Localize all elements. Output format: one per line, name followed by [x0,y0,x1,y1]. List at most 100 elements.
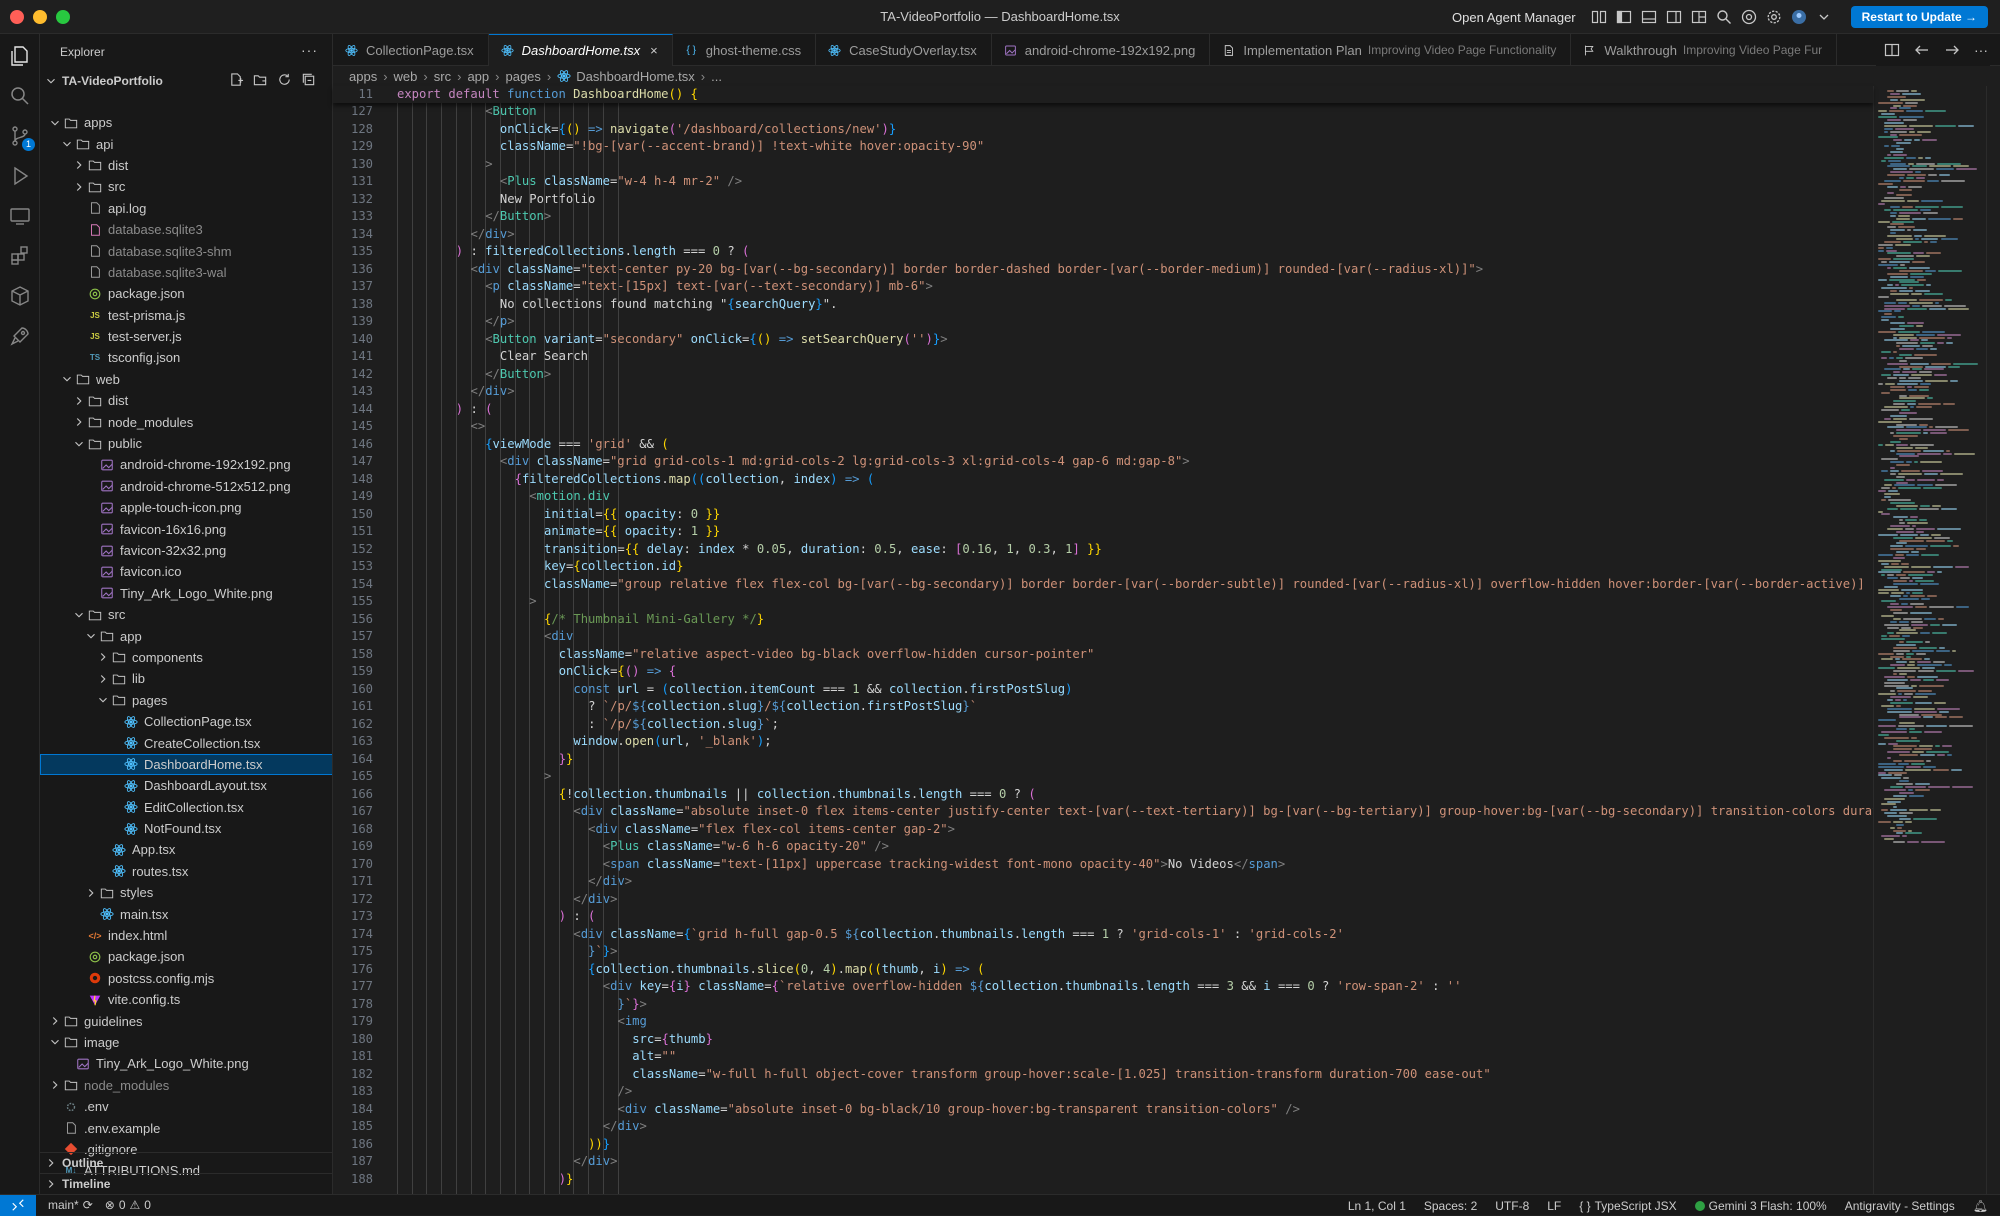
tree-folder[interactable]: styles [40,882,332,903]
run-debug-icon[interactable] [8,164,32,188]
minimap[interactable] [1873,86,1985,1194]
toggle-primary-sidebar-icon[interactable] [1616,9,1632,25]
code-line[interactable]: 153 key={collection.id} [333,558,1873,576]
git-branch-status[interactable]: main* ⟳ [48,1198,93,1212]
toggle-panel-icon[interactable] [1641,9,1657,25]
code-line[interactable]: 186))} [333,1136,1873,1154]
extensions-icon[interactable] [8,244,32,268]
tree-file[interactable]: favicon-32x32.png [40,540,332,561]
code-line[interactable]: 162: `/p/${collection.slug}`; [333,716,1873,734]
code-line[interactable]: 187 </div> [333,1153,1873,1171]
tree-file[interactable]: .env [40,1096,332,1117]
code-line[interactable]: 132 New Portfolio [333,191,1873,209]
tree-file[interactable]: CreateCollection.tsx [40,732,332,753]
code-line[interactable]: 165 > [333,768,1873,786]
code-line[interactable]: 128 onClick={() => navigate('/dashboard/c… [333,121,1873,139]
collapse-all-icon[interactable] [301,72,316,87]
tree-file[interactable]: </> index.html [40,925,332,946]
code-line[interactable]: 152 transition={{ delay: index * 0.05, du… [333,541,1873,559]
code-line[interactable]: 130 > [333,156,1873,174]
code-line[interactable]: 182 className="w-full h-full object-cover… [333,1066,1873,1084]
code-line[interactable]: 136 <div className="text-center py-20 bg-… [333,261,1873,279]
tree-folder[interactable]: pages [40,690,332,711]
restart-to-update-button[interactable]: Restart to Update → [1850,6,1988,28]
code-line[interactable]: 154 className="group relative flex flex-c… [333,576,1873,594]
chrome-icon[interactable] [1741,9,1757,25]
workspace-root[interactable]: TA-VideoPortfolio [40,70,332,91]
code-line[interactable]: 158 className="relative aspect-video bg-b… [333,646,1873,664]
sticky-code-line[interactable]: 11 export default function DashboardHome(… [333,86,1873,104]
code-line[interactable]: 164}} [333,751,1873,769]
gear-icon[interactable] [1766,9,1782,25]
go-forward-icon[interactable] [1944,42,1960,58]
code-line[interactable]: 177 <div key={i} className={`relative ove… [333,978,1873,996]
settings-status[interactable]: Antigravity - Settings [1845,1199,1955,1213]
code-line[interactable]: 142 </Button> [333,366,1873,384]
tree-file[interactable]: package.json [40,283,332,304]
tree-folder[interactable]: components [40,647,332,668]
tree-folder[interactable]: api [40,133,332,154]
code-line[interactable]: 146 {viewMode === 'grid' && ( [333,436,1873,454]
tree-file[interactable]: Tiny_Ark_Logo_White.png [40,583,332,604]
cursor-position[interactable]: Ln 1, Col 1 [1348,1199,1406,1213]
code-line[interactable]: 183 /> [333,1083,1873,1101]
code-line[interactable]: 169 <Plus className="w-6 h-6 opacity-20" … [333,838,1873,856]
code-line[interactable]: 148 {filteredCollections.map((collection,… [333,471,1873,489]
sticky-scroll-header[interactable]: 11 export default function DashboardHome(… [333,86,1873,103]
code-line[interactable]: 174 <div className={`grid h-full gap-0.5 … [333,926,1873,944]
account-avatar-icon[interactable] [1791,9,1807,25]
source-control-icon[interactable]: 1 [8,124,35,151]
tree-folder[interactable]: app [40,625,332,646]
language-mode[interactable]: { } TypeScript JSX [1579,1199,1676,1213]
chevron-down-icon[interactable] [1816,9,1832,25]
tree-file[interactable]: database.sqlite3-wal [40,262,332,283]
tree-file[interactable]: App.tsx [40,839,332,860]
code-line[interactable]: 137 <p className="text-[15px] text-[var(-… [333,278,1873,296]
tree-file[interactable]: package.json [40,946,332,967]
code-line[interactable]: 176 {collection.thumbnails.slice(0, 4).ma… [333,961,1873,979]
code-line[interactable]: 184 <div className="absolute inset-0 bg-b… [333,1101,1873,1119]
tree-file[interactable]: postcss.config.mjs [40,968,332,989]
tree-file[interactable]: apple-touch-icon.png [40,497,332,518]
code-line[interactable]: 127 <Button [333,103,1873,121]
tree-file[interactable]: NotFound.tsx [40,818,332,839]
close-tab-icon[interactable]: × [650,43,658,58]
editor-tab[interactable]: DashboardHome.tsx × [488,34,673,66]
toggle-secondary-sidebar-icon[interactable] [1666,9,1682,25]
tree-file[interactable]: vite.config.ts [40,989,332,1010]
tree-file[interactable]: .env.example [40,1117,332,1138]
code-line[interactable]: 143 </div> [333,383,1873,401]
code-line[interactable]: 185 </div> [333,1118,1873,1136]
code-line[interactable]: 166 {!collection.thumbnails || collection… [333,786,1873,804]
code-line[interactable]: 163 window.open(url, '_blank'); [333,733,1873,751]
tree-folder[interactable]: node_modules [40,411,332,432]
tree-file[interactable]: database.sqlite3 [40,219,332,240]
editor-tab[interactable]: Implementation Plan Improving Video Page … [1210,34,1572,66]
notifications-bell-icon[interactable]: 🔔︎ [1973,1199,1988,1213]
tree-folder[interactable]: src [40,176,332,197]
code-line[interactable]: 159 onClick={() => { [333,663,1873,681]
code-line[interactable]: 144) : ( [333,401,1873,419]
code-line[interactable]: 173) : ( [333,908,1873,926]
editor-scrollbar[interactable] [1986,86,2000,1194]
editor-tab[interactable]: CaseStudyOverlay.tsx [816,34,992,66]
breadcrumb-item[interactable]: app [467,69,489,84]
breadcrumb-item[interactable]: DashboardHome.tsx [576,69,695,84]
code-line[interactable]: 179 <img [333,1013,1873,1031]
remote-indicator-icon[interactable] [0,1194,36,1216]
code-line[interactable]: 161? `/p/${collection.slug}/${collection… [333,698,1873,716]
code-line[interactable]: 171 </div> [333,873,1873,891]
tree-folder[interactable]: dist [40,155,332,176]
tree-file[interactable]: DashboardLayout.tsx [40,775,332,796]
breadcrumb-item[interactable]: web [394,69,418,84]
code-line[interactable]: 149 <motion.div [333,488,1873,506]
tree-file[interactable]: android-chrome-192x192.png [40,454,332,475]
tree-folder[interactable]: lib [40,668,332,689]
code-line[interactable]: 131 <Plus className="w-4 h-4 mr-2" /> [333,173,1873,191]
tree-file[interactable]: favicon-16x16.png [40,518,332,539]
tree-folder[interactable]: node_modules [40,1075,332,1096]
more-actions-icon[interactable]: ··· [301,42,318,58]
remote-explorer-icon[interactable] [8,204,32,228]
code-line[interactable]: 135) : filteredCollections.length === 0 … [333,243,1873,261]
timeline-section[interactable]: Timeline [40,1173,332,1194]
